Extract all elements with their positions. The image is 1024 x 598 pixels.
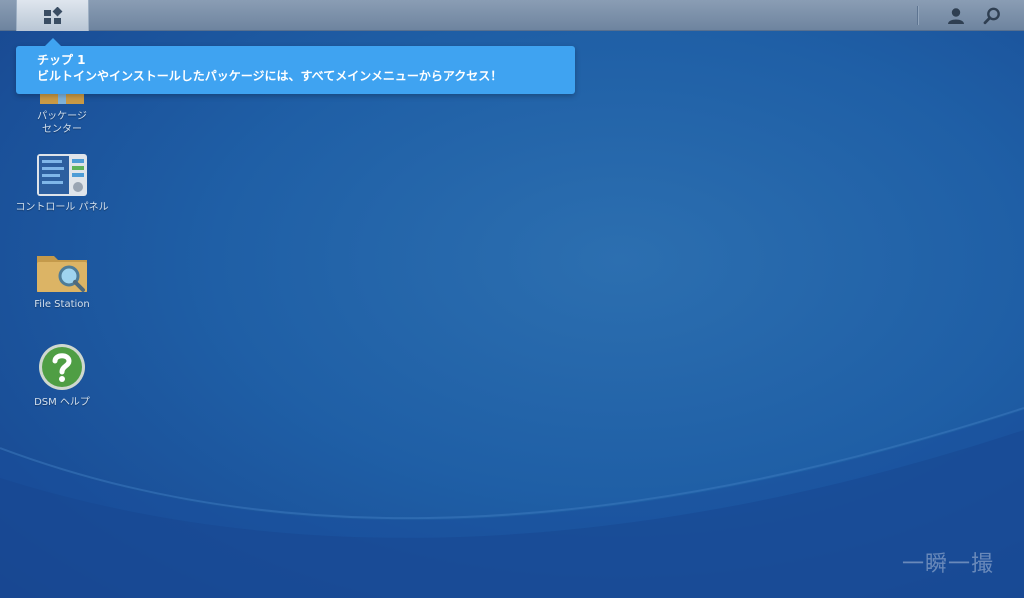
icon-label: File Station [34,299,90,310]
desktop: パッケージ センター コントロール パネル File Station DSM ヘ… [0,0,1024,598]
tip-balloon[interactable]: チップ 1 ビルトインやインストールしたパッケージには、すべてメインメニューから… [16,38,575,94]
desktop-icon-dsm-help[interactable]: DSM ヘルプ [14,342,110,409]
icon-label: パッケージ [37,111,87,122]
icon-label: コントロール パネル [15,202,109,213]
user-button[interactable] [943,3,969,28]
tip-title: チップ 1 [37,53,86,67]
taskbar-separator [917,6,918,25]
desktop-icon-file-station[interactable]: File Station [14,250,110,311]
taskbar [0,0,1024,31]
tip-body: ビルトインやインストールしたパッケージには、すべてメインメニューからアクセス！ [37,69,503,83]
search-button[interactable] [979,3,1005,28]
watermark: 一瞬一撮 [902,552,995,577]
icon-label: DSM ヘルプ [34,397,90,408]
main-menu-button[interactable] [16,0,89,31]
desktop-icon-control-panel[interactable]: コントロール パネル [14,153,110,214]
grid-menu-icon [43,6,62,24]
user-icon [948,7,964,24]
icon-label: センター [42,124,82,135]
search-icon [983,7,1000,24]
file-station-icon [37,256,87,292]
help-icon [39,344,85,390]
control-panel-icon [37,154,87,196]
